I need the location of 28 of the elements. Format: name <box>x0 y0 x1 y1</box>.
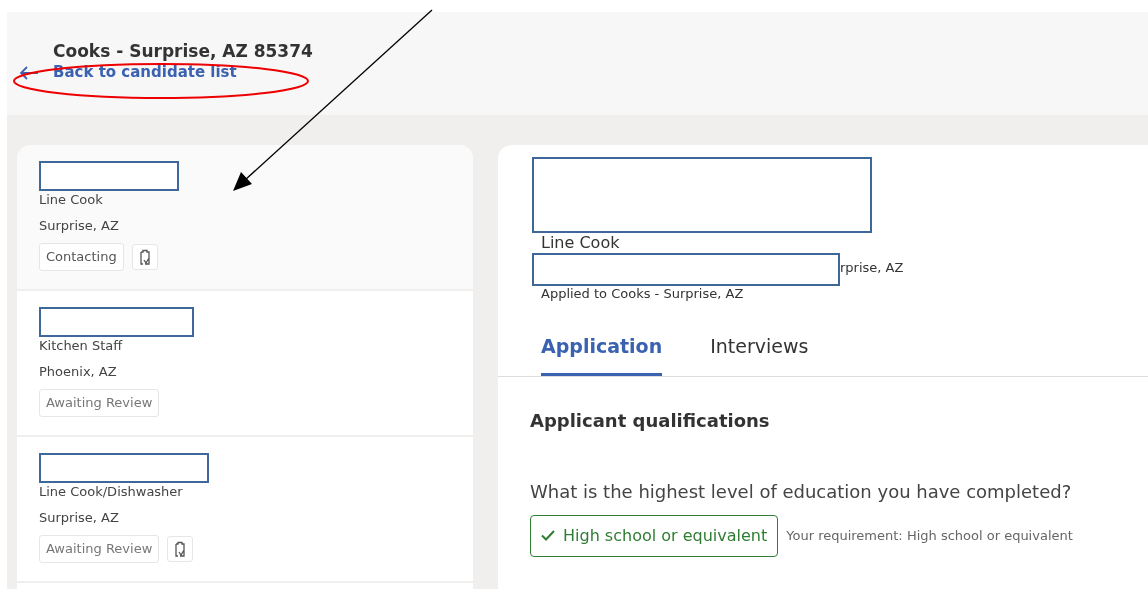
job-title: Line Cook <box>39 191 104 209</box>
location-text: rprise, AZ <box>840 260 904 277</box>
job-title: Line Cook <box>541 233 621 253</box>
candidate-item[interactable]: Line Cook/Dishwasher Surprise, AZ Awaiting Review <box>17 437 473 583</box>
back-arrow-icon[interactable] <box>19 66 39 80</box>
note-button[interactable] <box>131 243 158 270</box>
applied-text: Applied to Cooks - Surprise, AZ <box>541 286 745 302</box>
page-title: Cooks - Surprise, AZ 85374 <box>53 40 313 62</box>
status-tag: Awaiting Review <box>39 389 160 417</box>
tab[interactable]: Interviews <box>710 324 809 376</box>
clipboard-icon <box>138 248 151 265</box>
answer-tag: High school or equivalent <box>530 514 779 557</box>
candidate-item[interactable]: Kitchen Staff Phoenix, AZ Awaiting Review <box>17 291 473 437</box>
question-text: What is the highest level of education you have completed? <box>530 479 1073 504</box>
section-heading: Applicant qualifications <box>530 408 771 433</box>
location-text: Surprise, AZ <box>39 509 120 527</box>
status-tag: Awaiting Review <box>39 535 160 563</box>
location-text: Surprise, AZ <box>39 217 120 235</box>
clipboard-icon <box>174 540 187 557</box>
job-title: Line Cook/Dishwasher <box>39 483 184 501</box>
status-tag: Contacting <box>39 243 124 271</box>
job-title: Kitchen Staff <box>39 337 124 355</box>
check-icon <box>541 530 555 541</box>
candidate-item[interactable]: Line Cook Surprise, AZ Contacting <box>17 145 473 291</box>
location-text: Phoenix, AZ <box>39 363 118 381</box>
note-button[interactable] <box>167 535 194 562</box>
requirement-text: Your requirement: High school or equivalent <box>786 526 1073 545</box>
tab[interactable]: Application <box>541 324 663 376</box>
